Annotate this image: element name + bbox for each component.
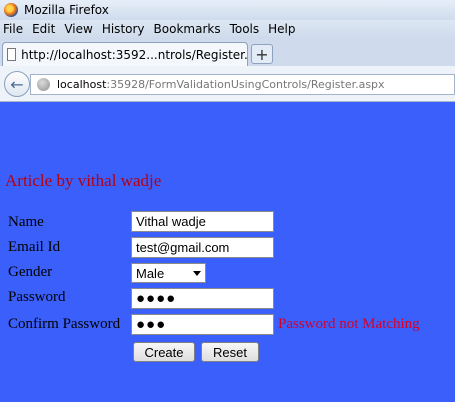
menu-view[interactable]: View xyxy=(64,22,92,36)
password-mismatch-error: Password not Matching xyxy=(278,316,420,332)
email-input[interactable]: test@gmail.com xyxy=(131,237,274,258)
name-input[interactable]: Vithal wadje xyxy=(131,211,274,232)
menu-edit[interactable]: Edit xyxy=(32,22,55,36)
firefox-logo-icon xyxy=(4,3,18,17)
page-heading: Article by vithal wadje xyxy=(5,171,162,190)
page-icon xyxy=(7,48,17,61)
page-content: Article by vithal wadje Name Vithal wadj… xyxy=(0,102,455,402)
tab-bar: http://localhost:3592...ntrols/Register.… xyxy=(0,38,455,66)
gender-select[interactable]: Male xyxy=(131,263,206,283)
new-tab-button[interactable]: + xyxy=(251,44,273,64)
url-text: localhost:35928/FormValidationUsingContr… xyxy=(57,78,385,91)
gender-selected-value: Male xyxy=(136,265,165,281)
address-bar[interactable]: localhost:35928/FormValidationUsingContr… xyxy=(30,74,455,95)
tab-register[interactable]: http://localhost:3592...ntrols/Register.… xyxy=(2,42,248,66)
create-button[interactable]: Create xyxy=(133,342,195,362)
menu-tools[interactable]: Tools xyxy=(230,22,260,36)
gender-label: Gender xyxy=(8,264,53,280)
email-label: Email Id xyxy=(8,239,61,255)
url-host: localhost xyxy=(57,78,107,91)
confirm-password-label: Confirm Password xyxy=(8,316,121,332)
confirm-password-input[interactable]: ●●● xyxy=(131,314,274,335)
menu-bookmarks[interactable]: Bookmarks xyxy=(154,22,221,36)
chevron-down-icon xyxy=(193,271,201,276)
menu-help[interactable]: Help xyxy=(268,22,295,36)
menu-file[interactable]: File xyxy=(3,22,23,36)
tab-label: http://localhost:3592...ntrols/Register.… xyxy=(21,47,247,62)
password-label: Password xyxy=(8,289,66,305)
reset-button[interactable]: Reset xyxy=(201,342,259,362)
window-titlebar: Mozilla Firefox xyxy=(0,0,455,20)
name-label: Name xyxy=(8,214,44,230)
back-button[interactable]: ← xyxy=(4,71,30,97)
navigation-bar: ← localhost:35928/FormValidationUsingCon… xyxy=(0,66,455,102)
url-path: :35928/FormValidationUsingControls/Regis… xyxy=(106,78,385,91)
password-input[interactable]: ●●●● xyxy=(131,288,274,309)
globe-icon xyxy=(37,78,50,91)
menu-history[interactable]: History xyxy=(102,22,145,36)
window-title: Mozilla Firefox xyxy=(24,3,109,17)
back-arrow-icon: ← xyxy=(10,74,24,94)
menu-bar: File Edit View History Bookmarks Tools H… xyxy=(0,20,455,38)
